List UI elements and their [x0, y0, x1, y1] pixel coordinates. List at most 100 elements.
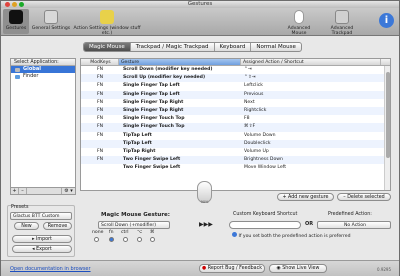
row-action: ⌘⇧F: [244, 124, 256, 130]
row-modkeys: [81, 164, 119, 172]
row-modkeys: [81, 140, 119, 148]
toolbar-advanced-mouse[interactable]: Advanced Mouse: [281, 9, 317, 36]
hand-icon: [9, 10, 23, 24]
magic-mouse-image: 90%: [197, 181, 212, 204]
row-action: F8: [244, 116, 250, 122]
table-row[interactable]: FN Single Finger Tap Right Rightclick: [81, 106, 390, 116]
modifier-fn-radio[interactable]: [109, 237, 114, 242]
device-tabs: Magic Mouse Trackpad / Magic Trackpad Ke…: [83, 42, 302, 52]
application-item-global[interactable]: Global: [11, 66, 75, 73]
preference-note-text: If you set both the predefined action is…: [238, 234, 351, 239]
row-action: Previous: [244, 91, 264, 97]
modifier-fn-label: fn: [109, 230, 114, 235]
row-modkeys: FN: [96, 116, 104, 122]
info-icon[interactable]: i: [379, 13, 394, 28]
application-options-button[interactable]: ⚙ ▾: [61, 188, 75, 194]
column-action[interactable]: Assigned Action / Shortcut: [241, 59, 381, 65]
toolbar-general-settings[interactable]: General Settings: [31, 9, 71, 34]
toolbar-advanced-mouse-label: Advanced Mouse: [287, 26, 311, 36]
modifier-option-label: ⌥: [137, 230, 143, 235]
close-window-button[interactable]: [5, 2, 10, 7]
column-modkeys[interactable]: ModKeys: [81, 59, 119, 65]
table-row[interactable]: FN Single Finger Touch Top ⌘⇧F: [81, 123, 390, 132]
toolbar-advanced-trackpad[interactable]: Advanced Trackpad: [321, 9, 363, 36]
row-modkeys: FN: [96, 91, 104, 97]
tab-normal-mouse[interactable]: Normal Mouse: [251, 43, 301, 51]
add-gesture-button[interactable]: + Add new gesture: [277, 193, 334, 201]
toolbar-gestures-label: Gestures: [5, 26, 27, 31]
arrow-indicator: ▶▶▶: [199, 221, 213, 228]
tab-keyboard[interactable]: Keyboard: [215, 43, 252, 51]
window-title: Gestures: [187, 1, 213, 7]
gesture-table: ModKeys Gesture Assigned Action / Shortc…: [80, 58, 391, 191]
row-modkeys: FN: [96, 148, 104, 154]
row-gesture: Two Finger Swipe Left: [123, 157, 181, 163]
row-modkeys: FN: [96, 75, 104, 81]
preference-note: If you set both the predefined action is…: [232, 232, 351, 239]
switch-icon: [44, 10, 58, 24]
new-preset-button[interactable]: New: [14, 222, 39, 230]
application-list-footer: + – ⚙ ▾: [10, 187, 76, 195]
table-scrollbar[interactable]: [384, 66, 390, 190]
row-gesture: TipTap Right: [123, 148, 156, 154]
row-modkeys: FN: [96, 107, 104, 113]
predefined-action-select[interactable]: No Action: [317, 221, 391, 229]
import-preset-button[interactable]: ▸ Import: [12, 235, 72, 243]
toolbar-advanced-trackpad-label: Advanced Trackpad: [330, 26, 354, 36]
add-application-button[interactable]: +: [11, 188, 19, 194]
table-row[interactable]: FN Single Finger Touch Top F8: [81, 115, 390, 123]
report-bug-button[interactable]: ● Report Bug / Feedback: [199, 264, 265, 273]
row-action: Volume Down: [244, 132, 276, 138]
toolbar-general-settings-label: General Settings: [31, 26, 71, 31]
table-row[interactable]: FN Scroll Down (modifier key needed) ⌃⇥: [81, 66, 390, 74]
table-row[interactable]: FN Scroll Up (modifier key needed) ⌃⇧⇥: [81, 74, 390, 83]
show-live-view-button[interactable]: ◉ Show Live View: [269, 264, 327, 273]
application-name: Finder: [23, 73, 39, 79]
shortcut-label: Custom Keyboard Shortcut: [233, 212, 298, 217]
trackpad-icon: [335, 10, 349, 24]
import-label: Import: [36, 237, 52, 242]
row-gesture: Single Finger Touch Top: [123, 124, 185, 130]
delete-selected-button[interactable]: – Delete selected: [337, 193, 391, 201]
documentation-link[interactable]: Open documentation in browser: [10, 266, 91, 272]
toolbar: Gestures General Settings Action Setting…: [1, 8, 399, 36]
application-list: Select Application: Global Finder: [10, 58, 76, 188]
preset-select[interactable]: Glactus BTT Custom: [10, 212, 72, 220]
mouse-icon: [294, 10, 304, 24]
row-gesture: Single Finger Tap Left: [123, 91, 180, 97]
row-modkeys: FN: [96, 99, 104, 105]
table-row[interactable]: TipTap Left Doubleclick: [81, 139, 390, 148]
scrollbar-thumb[interactable]: [385, 72, 390, 158]
table-row[interactable]: FN Single Finger Tap Left Previous: [81, 90, 390, 99]
shortcut-field[interactable]: [229, 221, 301, 229]
table-row[interactable]: FN Single Finger Tap Left Leftclick: [81, 82, 390, 90]
modifier-option-radio[interactable]: [137, 237, 142, 242]
column-gesture[interactable]: Gesture: [119, 59, 241, 65]
row-modkeys: FN: [96, 67, 104, 72]
table-row[interactable]: FN Single Finger Tap Right Next: [81, 99, 390, 107]
gesture-label: Magic Mouse Gesture:: [101, 212, 170, 218]
tab-trackpad[interactable]: Trackpad / Magic Trackpad: [131, 43, 215, 51]
table-row[interactable]: FN Two Finger Swipe Left Brightness Down: [81, 156, 390, 165]
toolbar-action-settings[interactable]: Action Settings (window stuff etc.): [73, 9, 141, 36]
row-gesture: TipTap Left: [123, 140, 152, 146]
modifier-ctrl-label: ctrl: [121, 230, 129, 235]
mouse-caption: 90%: [200, 200, 209, 204]
gesture-select[interactable]: Scroll Down (+modifier): [98, 221, 170, 229]
modifier-command-radio[interactable]: [150, 237, 155, 242]
row-modkeys: FN: [96, 124, 104, 130]
table-row[interactable]: FN TipTap Left Volume Down: [81, 132, 390, 140]
remove-application-button[interactable]: –: [19, 188, 27, 194]
export-preset-button[interactable]: ◂ Export: [12, 245, 72, 253]
row-modkeys: FN: [96, 83, 104, 89]
table-row[interactable]: FN TipTap Right Volume Up: [81, 148, 390, 156]
tab-magic-mouse[interactable]: Magic Mouse: [84, 43, 131, 51]
zoom-window-button[interactable]: [19, 2, 24, 7]
minimize-window-button[interactable]: [12, 2, 17, 7]
modifier-none-radio[interactable]: [94, 237, 99, 242]
application-item-finder[interactable]: Finder: [11, 73, 75, 80]
modifier-ctrl-radio[interactable]: [123, 237, 128, 242]
remove-preset-button[interactable]: Remove: [43, 222, 72, 230]
toolbar-gestures[interactable]: Gestures: [3, 9, 29, 34]
table-row[interactable]: Two Finger Swipe Left Move Window Left: [81, 164, 390, 172]
